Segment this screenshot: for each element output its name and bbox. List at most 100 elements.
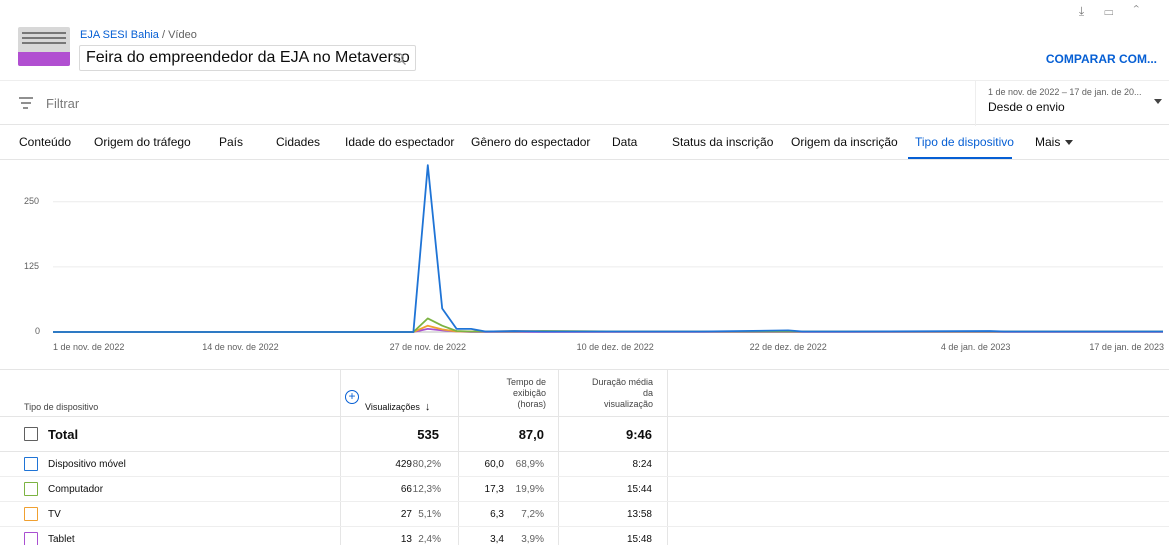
- col-divider: [458, 477, 459, 501]
- row-label: Computador: [48, 484, 104, 495]
- tab-status-inscricao[interactable]: Status da inscrição: [672, 135, 773, 149]
- active-tab-indicator: [908, 157, 1012, 159]
- tab-origem-trafego[interactable]: Origem do tráfego: [94, 135, 191, 149]
- table-row: Computador 66 12,3% 17,3 19,9% 15:44: [0, 477, 1169, 502]
- watch-time-value: 60,0: [484, 459, 504, 470]
- series-checkbox[interactable]: [24, 507, 38, 521]
- series-checkbox[interactable]: [24, 457, 38, 471]
- col-divider: [340, 502, 341, 526]
- col-divider: [340, 417, 341, 451]
- row-label: Dispositivo móvel: [48, 459, 126, 470]
- col-divider: [340, 527, 341, 545]
- checkbox-total[interactable]: [24, 427, 38, 441]
- breadcrumb: EJA SESI Bahia / Vídeo: [80, 29, 197, 41]
- row-label: Tablet: [48, 534, 75, 545]
- filter-input[interactable]: Filtrar: [46, 96, 79, 111]
- tab-conteudo[interactable]: Conteúdo: [19, 135, 71, 149]
- views-value: 27: [400, 509, 412, 520]
- series-checkbox[interactable]: [24, 482, 38, 496]
- date-range-preset: Desde o envio: [988, 100, 1065, 114]
- watch-time-value: 87,0: [518, 427, 544, 442]
- col-header-avg-l3: visualização: [603, 399, 653, 409]
- avg-duration-value: 8:24: [632, 459, 652, 470]
- watch-time-pct: 19,9%: [515, 484, 544, 495]
- col-divider: [558, 477, 559, 501]
- avg-duration-value: 13:58: [626, 509, 652, 520]
- col-header-avg-l1: Duração média: [591, 377, 653, 387]
- views-pct: 5,1%: [418, 509, 441, 520]
- video-thumbnail[interactable]: [18, 27, 70, 66]
- col-header-avg-duration[interactable]: Duração média da visualização: [560, 377, 653, 410]
- x-tick-label: 22 de dez. de 2022: [749, 342, 827, 352]
- watch-time-pct: 3,9%: [521, 534, 544, 545]
- header: ⤓▭⌃ EJA SESI Bahia / Vídeo Feira do empr…: [0, 0, 1169, 80]
- views-pct: 12,3%: [412, 484, 441, 495]
- col-divider: [558, 527, 559, 545]
- date-range-text: 1 de nov. de 2022 – 17 de jan. de 20...: [988, 87, 1142, 97]
- download-icon[interactable]: ⤓: [1079, 4, 1104, 18]
- views-pct: 2,4%: [418, 534, 441, 545]
- date-range-picker[interactable]: 1 de nov. de 2022 – 17 de jan. de 20... …: [975, 81, 1169, 126]
- x-tick-label: 4 de jan. de 2023: [940, 342, 1011, 352]
- series-line-dispositivo-móvel[interactable]: [53, 164, 1163, 333]
- watch-time-value: 3,4: [490, 534, 504, 545]
- feedback-icon[interactable]: ▭: [1104, 4, 1133, 18]
- line-chart: 0 125 250 1 de nov. de 2022 14 de nov. de 20…: [0, 160, 1169, 365]
- col-header-views-label: Visualizações: [365, 402, 420, 412]
- col-divider: [558, 452, 559, 476]
- sort-down-icon: ↓: [424, 401, 431, 413]
- col-header-views[interactable]: Visualizações ↓: [365, 402, 430, 413]
- tab-tipo-dispositivo[interactable]: Tipo de dispositivo: [915, 135, 1014, 149]
- tab-pais[interactable]: País: [219, 135, 243, 149]
- tab-data[interactable]: Data: [612, 135, 637, 149]
- avg-duration-value: 9:46: [625, 427, 652, 442]
- breadcrumb-video: Vídeo: [168, 29, 197, 41]
- x-tick-label: 1 de nov. de 2022: [53, 342, 125, 352]
- tab-genero[interactable]: Gênero do espectador: [471, 135, 590, 149]
- col-divider: [667, 452, 668, 476]
- col-divider: [558, 417, 559, 451]
- col-divider: [458, 527, 459, 545]
- watch-time-value: 6,3: [490, 509, 504, 520]
- x-tick-label: 27 de nov. de 2022: [389, 342, 466, 352]
- series-line-computador[interactable]: [53, 317, 1163, 333]
- col-header-watch-time-l2: exibição: [512, 388, 546, 398]
- chart-canvas: [53, 164, 1163, 333]
- add-metric-icon[interactable]: +: [345, 390, 359, 404]
- search-icon: [394, 53, 406, 65]
- table-row: Dispositivo móvel 429 80,2% 60,0 68,9% 8:24: [0, 452, 1169, 477]
- compare-button[interactable]: COMPARAR COM...: [1046, 52, 1157, 66]
- collapse-icon[interactable]: ⌃: [1133, 4, 1159, 18]
- breadcrumb-channel[interactable]: EJA SESI Bahia: [80, 29, 159, 41]
- col-divider: [458, 417, 459, 451]
- video-title: Feira do empreendedor da EJA no Metavers…: [86, 49, 410, 66]
- row-label: Total: [48, 427, 79, 442]
- tab-cidades[interactable]: Cidades: [276, 135, 320, 149]
- col-divider: [340, 477, 341, 501]
- views-value: 13: [400, 534, 412, 545]
- tab-mais[interactable]: Mais: [1035, 135, 1074, 149]
- watch-time-pct: 68,9%: [515, 459, 544, 470]
- col-header-device: Tipo de dispositivo: [24, 402, 99, 412]
- tab-mais-label: Mais: [1035, 135, 1061, 149]
- x-tick-label: 14 de nov. de 2022: [202, 342, 279, 352]
- col-divider: [340, 452, 341, 476]
- views-pct: 80,2%: [412, 459, 441, 470]
- views-value: 535: [417, 427, 439, 442]
- tab-idade[interactable]: Idade do espectador: [345, 135, 454, 149]
- video-selector[interactable]: Feira do empreendedor da EJA no Metavers…: [79, 45, 416, 71]
- col-divider: [667, 370, 668, 416]
- col-divider: [458, 502, 459, 526]
- dimension-tabs: Conteúdo Origem do tráfego País Cidades …: [0, 125, 1169, 160]
- series-checkbox[interactable]: [24, 532, 38, 545]
- col-divider: [458, 370, 459, 416]
- chevron-down-icon: [1154, 99, 1162, 104]
- window-controls: ⤓▭⌃: [1079, 4, 1159, 19]
- col-header-watch-time[interactable]: Tempo de exibição (horas): [470, 377, 546, 410]
- col-divider: [340, 370, 341, 416]
- filter-icon[interactable]: [19, 97, 33, 109]
- table-row: Tablet 13 2,4% 3,4 3,9% 15:48: [0, 527, 1169, 545]
- watch-time-pct: 7,2%: [521, 509, 544, 520]
- tab-origem-inscricao[interactable]: Origem da inscrição: [791, 135, 898, 149]
- col-header-avg-l2: da: [642, 388, 653, 398]
